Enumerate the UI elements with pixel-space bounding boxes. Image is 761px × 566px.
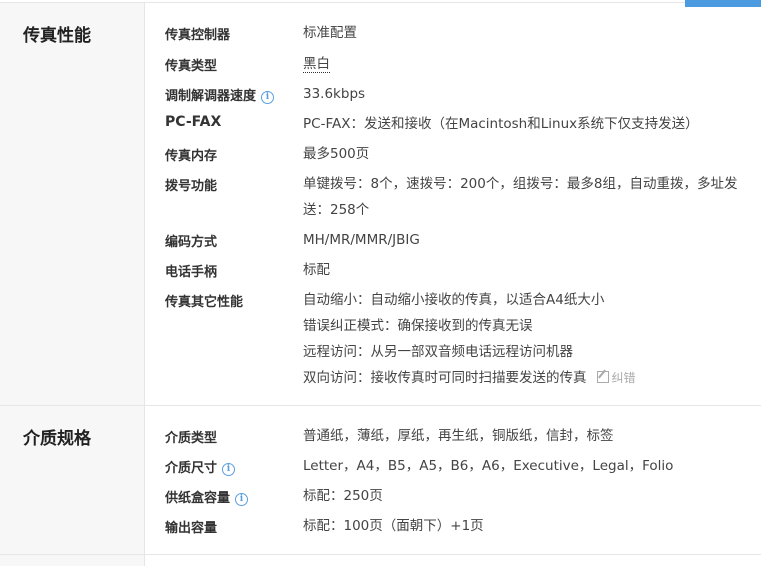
edit-icon bbox=[596, 371, 609, 383]
spec-value: Letter，A4，B5，A5，B6，A6，Executive，Legal，Fo… bbox=[303, 458, 674, 474]
spec-value: 标准配置 bbox=[303, 25, 357, 41]
section-media-specs: 介质规格 介质类型 普通纸，薄纸，厚纸，再生纸，铜版纸，信封，标签 介质尺寸 i … bbox=[0, 406, 761, 555]
spec-label: 供纸盒容量 i bbox=[165, 487, 249, 506]
spec-value: 标配：100页（面朝下）+1页 bbox=[303, 518, 484, 534]
spec-label: 传真内存 bbox=[165, 149, 218, 164]
spec-value: 标配 bbox=[303, 262, 330, 278]
section-fax-performance: 传真性能 传真控制器 标准配置 传真类型 黑白 调制解调器速度 i 33.6kbp… bbox=[0, 3, 761, 406]
spec-label: 拨号功能 bbox=[165, 179, 218, 194]
spec-label: 传真类型 bbox=[165, 59, 218, 74]
category-cell: 传真性能 bbox=[0, 3, 145, 405]
spec-label: 介质尺寸 i bbox=[165, 457, 236, 476]
spec-value: MH/MR/MMR/JBIG bbox=[303, 232, 420, 248]
spec-value: PC-FAX：发送和接收（在Macintosh和Linux系统下仅支持发送） bbox=[303, 116, 699, 132]
info-icon[interactable]: i bbox=[222, 463, 236, 476]
section-title: 传真性能 bbox=[23, 26, 91, 46]
spec-value: 自动缩小：自动缩小接收的传真，以适合A4纸大小 错误纠正模式：确保接收到的传真无… bbox=[303, 287, 743, 391]
info-icon[interactable]: i bbox=[261, 91, 275, 104]
spec-value: 黑白 bbox=[303, 51, 743, 77]
spec-label: 传真其它性能 bbox=[165, 295, 244, 310]
spec-label-text: 介质尺寸 bbox=[165, 461, 218, 476]
spec-label-text: 供纸盒容量 bbox=[165, 491, 231, 506]
spec-value: 33.6kbps bbox=[303, 86, 366, 102]
spec-label: 编码方式 bbox=[165, 235, 218, 250]
spec-value-line: 错误纠正模式：确保接收到的传真无误 bbox=[303, 318, 533, 334]
spec-label: 传真控制器 bbox=[165, 28, 231, 43]
spec-value: 标配：250页 bbox=[303, 488, 383, 504]
spec-label-text: 调制解调器速度 bbox=[165, 89, 257, 104]
category-cell: 介质规格 bbox=[0, 406, 145, 554]
spec-value-line-last: 双向访问：接收传真时可同时扫描要发送的传真 纠错 bbox=[303, 365, 743, 391]
section-title: 介质规格 bbox=[23, 429, 91, 449]
spec-label: PC-FAX bbox=[165, 114, 222, 130]
spec-value: 普通纸，薄纸，厚纸，再生纸，铜版纸，信封，标签 bbox=[303, 428, 614, 444]
fax-type-link[interactable]: 黑白 bbox=[303, 56, 330, 73]
spec-value-line: 双向访问：接收传真时可同时扫描要发送的传真 bbox=[303, 370, 587, 386]
spec-value: 最多500页 bbox=[303, 146, 370, 162]
correction-label: 纠错 bbox=[611, 371, 636, 385]
spec-label: 介质类型 bbox=[165, 431, 218, 446]
spec-value: 单键拨号：8个，速拨号：200个，组拨号：最多8组，自动重拨，多址发送：258个 bbox=[303, 176, 738, 218]
next-category-cell bbox=[0, 555, 145, 566]
spec-label: 调制解调器速度 i bbox=[165, 85, 275, 104]
spec-label: 输出容量 bbox=[165, 521, 218, 536]
spec-value-line: 自动缩小：自动缩小接收的传真，以适合A4纸大小 bbox=[303, 292, 605, 308]
spec-label: 电话手柄 bbox=[165, 265, 218, 280]
info-icon[interactable]: i bbox=[235, 493, 249, 506]
correction-link[interactable]: 纠错 bbox=[596, 371, 636, 385]
spec-value-line: 远程访问：从另一部双音频电话远程访问机器 bbox=[303, 344, 573, 360]
